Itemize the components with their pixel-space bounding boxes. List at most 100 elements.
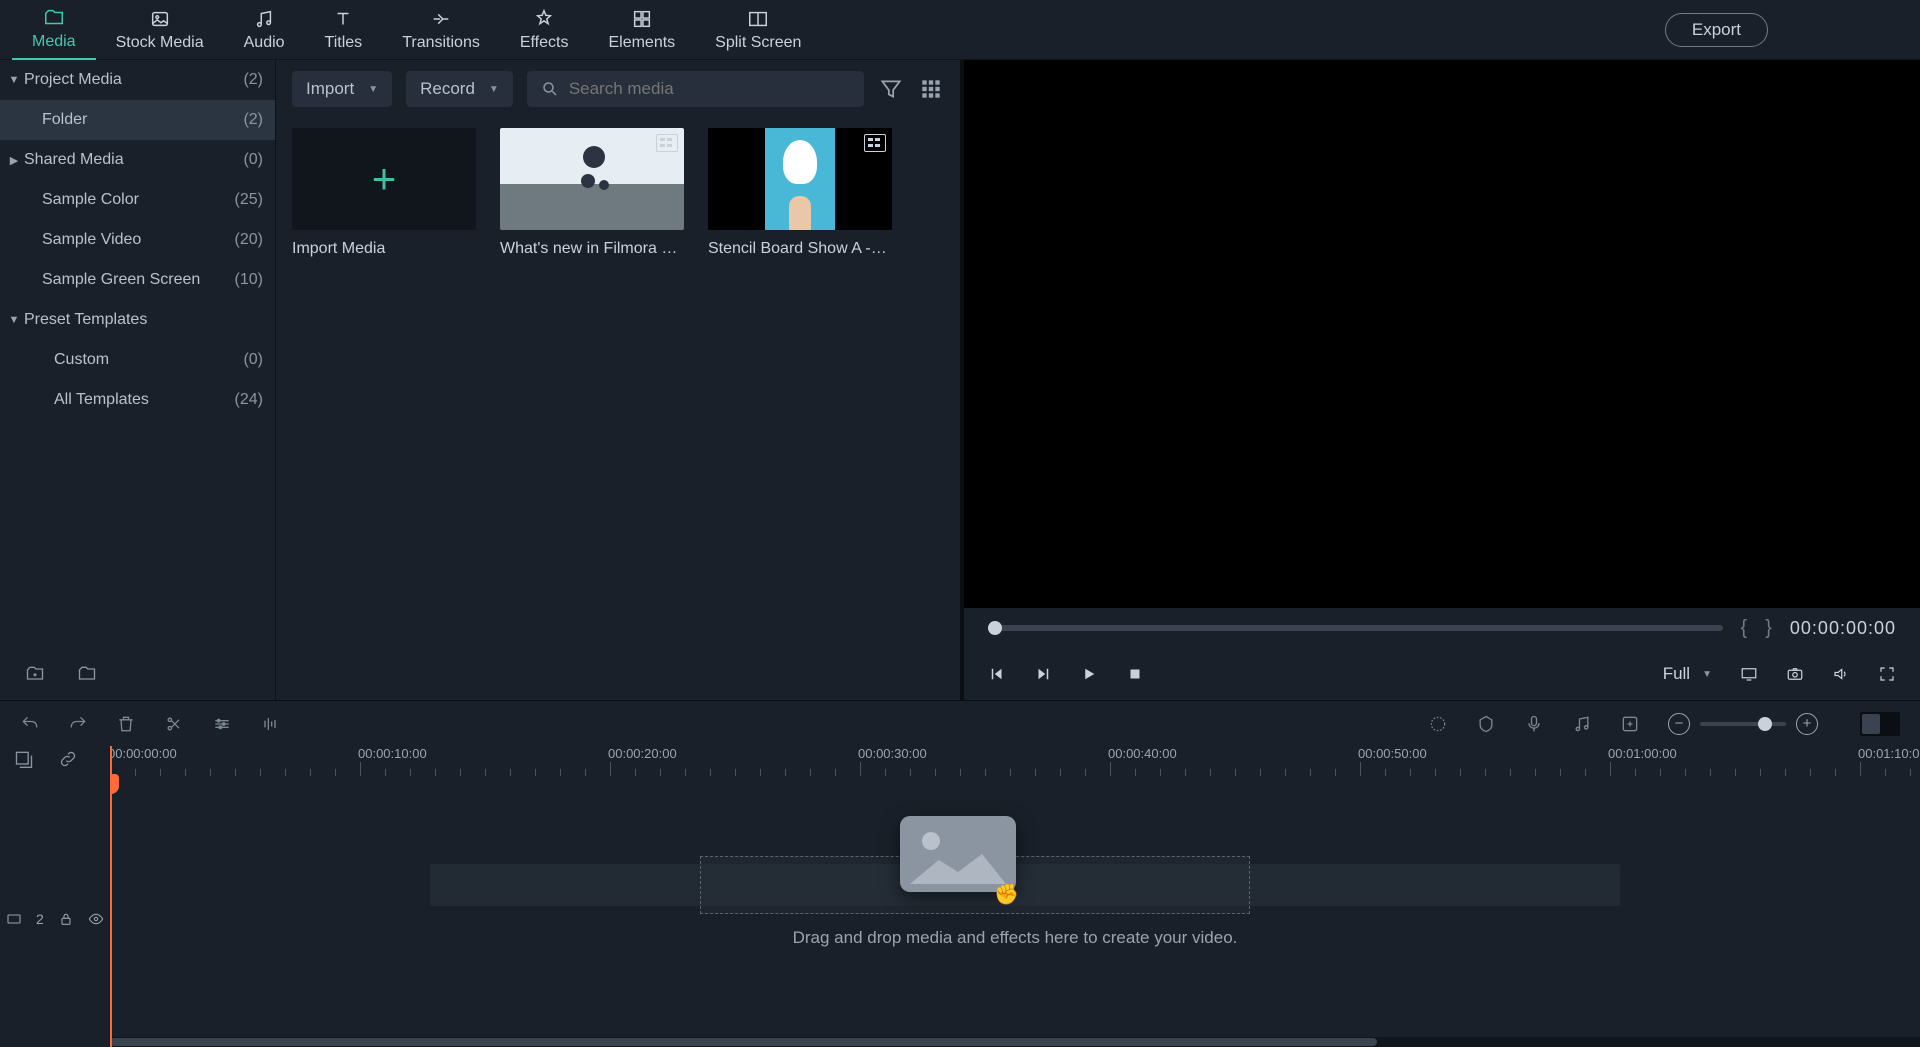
sidebar-item-preset-templates[interactable]: ▼ Preset Templates [0,300,275,340]
video-track-header[interactable]: 2 [0,896,110,942]
play-button[interactable] [1080,665,1098,683]
stop-button[interactable] [1126,665,1144,683]
export-button[interactable]: Export [1665,13,1768,47]
preview-scrubber[interactable] [988,625,1723,631]
filter-icon[interactable] [878,76,904,102]
sidebar-item-label: Project Media [20,71,243,89]
chevron-down-icon: ▼ [0,74,20,86]
sidebar-item-sample-video[interactable]: Sample Video (20) [0,220,275,260]
chevron-right-icon: ▶ [0,154,20,167]
sidebar-item-label: Sample Video [38,231,235,249]
tab-media[interactable]: Media [12,0,96,60]
snapshot-icon[interactable] [1786,665,1804,683]
voiceover-icon[interactable] [1524,714,1544,734]
ruler-label: 00:00:00:00 [110,746,177,761]
preview-timecode: 00:00:00:00 [1790,618,1896,639]
media-clip-1[interactable]: What's new in Filmora 11… [500,128,684,258]
media-sidebar: ▼ Project Media (2) Folder (2) ▶ Shared … [0,60,275,700]
tab-elements[interactable]: Elements [588,0,695,60]
ruler-label: 00:00:10:00 [358,746,427,761]
tab-transitions[interactable]: Transitions [382,0,500,60]
thumb-caption: Stencil Board Show A -N… [708,240,892,258]
preview-viewport[interactable] [964,60,1920,608]
chevron-down-icon: ▼ [1702,669,1712,680]
timeline-playhead[interactable] [110,746,112,1047]
tab-effects-label: Effects [520,34,569,52]
sidebar-item-project-media[interactable]: ▼ Project Media (2) [0,60,275,100]
sidebar-item-label: All Templates [50,391,235,409]
timeline-track-headers: 2 [0,746,110,1047]
eye-icon[interactable] [88,911,104,927]
ruler-label: 00:00:50:00 [1358,746,1427,761]
zoom-in-button[interactable]: + [1796,713,1818,735]
tab-titles-label: Titles [325,34,363,52]
tab-effects[interactable]: Effects [500,0,589,60]
clip-type-icon [864,134,886,152]
tab-titles[interactable]: Titles [305,0,383,60]
tab-stock-label: Stock Media [116,34,204,52]
plus-icon: + [372,155,397,203]
ruler-label: 00:00:20:00 [608,746,677,761]
media-toolbar: Import ▼ Record ▼ [276,60,960,118]
thumb-caption: Import Media [292,240,476,258]
sidebar-item-all-templates[interactable]: All Templates (24) [0,380,275,420]
sidebar-item-label: Sample Green Screen [38,271,235,289]
sidebar-item-label: Custom [50,351,243,369]
zoom-slider[interactable] [1700,722,1786,726]
sidebar-item-sample-green-screen[interactable]: Sample Green Screen (10) [0,260,275,300]
import-dropdown[interactable]: Import ▼ [292,71,392,107]
lock-icon[interactable] [58,911,74,927]
folder-icon[interactable] [76,664,98,689]
tab-audio[interactable]: Audio [224,0,305,60]
delete-button[interactable] [116,714,136,734]
sidebar-item-label: Shared Media [20,151,243,169]
link-icon[interactable] [58,749,78,774]
search-box[interactable] [527,71,864,107]
ruler-label: 00:01:10:0 [1858,746,1919,761]
media-clip-2[interactable]: Stencil Board Show A -N… [708,128,892,258]
tab-transitions-label: Transitions [402,34,480,52]
search-input[interactable] [569,79,850,99]
sidebar-item-folder[interactable]: Folder (2) [0,100,275,140]
record-dropdown[interactable]: Record ▼ [406,71,513,107]
sidebar-item-custom[interactable]: Custom (0) [0,340,275,380]
tab-split-screen[interactable]: Split Screen [695,0,821,60]
sidebar-item-count: (2) [243,71,263,89]
volume-icon[interactable] [1832,665,1850,683]
split-button[interactable] [164,714,184,734]
timeline-view-toggle[interactable] [1860,712,1900,736]
grid-view-icon[interactable] [918,76,944,102]
timeline-tracks-area[interactable]: 00:00:00:0000:00:10:0000:00:20:0000:00:3… [110,746,1920,1047]
display-mode-icon[interactable] [1740,665,1758,683]
sidebar-item-count: (20) [235,231,263,249]
fullscreen-icon[interactable] [1878,665,1896,683]
new-folder-icon[interactable] [24,664,46,689]
sidebar-item-shared-media[interactable]: ▶ Shared Media (0) [0,140,275,180]
chevron-down-icon: ▼ [0,314,20,326]
preview-quality-label: Full [1663,664,1690,684]
media-thumbnails: + Import Media What's new in Filmora 11…… [276,118,960,268]
marker-icon[interactable] [1476,714,1496,734]
import-media-tile[interactable]: + Import Media [292,128,476,258]
add-media-icon[interactable] [1620,714,1640,734]
redo-button[interactable] [68,714,88,734]
prev-frame-button[interactable] [988,665,1006,683]
preview-quality-dropdown[interactable]: Full ▼ [1663,664,1712,684]
tab-split-label: Split Screen [715,34,801,52]
crop-button[interactable] [212,714,232,734]
preview-panel: { } 00:00:00:00 Full ▼ [960,60,1920,700]
timeline-horizontal-scrollbar[interactable] [110,1037,1920,1047]
zoom-out-button[interactable]: − [1668,713,1690,735]
render-preview-icon[interactable] [1428,714,1448,734]
mark-in-button[interactable]: { [1741,617,1748,640]
timeline: 2 00:00:00:00 00:00:10:00 00:00:20:00 00:00… [0,746,1920,1047]
audio-edit-button[interactable] [260,714,280,734]
mark-out-button[interactable]: } [1765,617,1772,640]
sidebar-item-sample-color[interactable]: Sample Color (25) [0,180,275,220]
tab-stock-media[interactable]: Stock Media [96,0,224,60]
timeline-ruler[interactable]: 00:00:00:0000:00:10:0000:00:20:0000:00:3… [110,746,1920,776]
next-frame-button[interactable] [1034,665,1052,683]
track-manager-icon[interactable] [14,749,34,774]
audio-mixer-icon[interactable] [1572,714,1592,734]
undo-button[interactable] [20,714,40,734]
